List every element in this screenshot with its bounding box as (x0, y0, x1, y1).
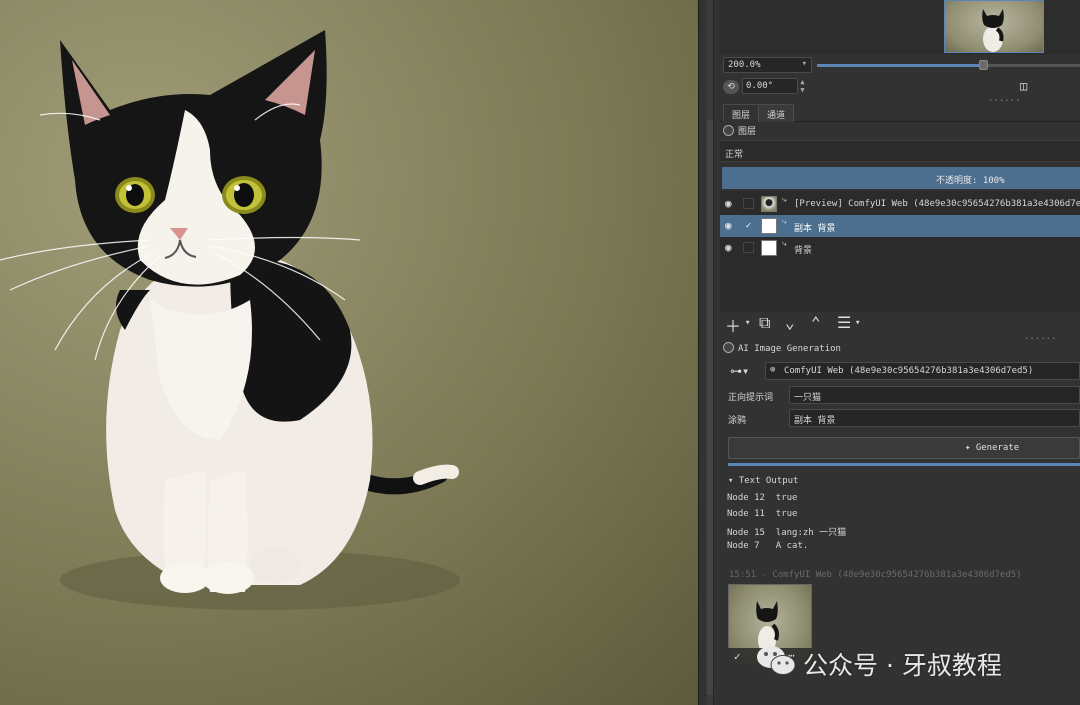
generate-label: Generate (975, 443, 1020, 453)
layer-properties-icon[interactable]: ☰ (837, 313, 851, 332)
layers-header: 图层 (723, 124, 756, 137)
lock-icon[interactable] (723, 125, 734, 136)
opacity-label: 不透明度: 100% (936, 176, 1005, 186)
generate-label-wrap: ✦ Generate (965, 443, 1019, 453)
move-up-icon[interactable]: ⌃ (811, 313, 821, 332)
zoom-value: 200.0% (728, 60, 761, 70)
move-down-icon[interactable]: ⌄ (785, 313, 795, 332)
opacity-slider[interactable]: 不透明度: 100% (722, 167, 1080, 189)
ai-generation-title: AI Image Generation (738, 344, 841, 354)
layer-name: [Preview] ComfyUI Web (48e9e30c95654276b… (794, 199, 1080, 209)
node-id: Node 12 (727, 493, 765, 503)
blend-mode-select[interactable]: 正常 (720, 140, 1080, 162)
tab-layers[interactable]: 图层 (723, 104, 760, 122)
chevron-down-icon: ▾ (801, 59, 807, 69)
node-value: A cat. (775, 541, 809, 551)
server-select[interactable]: ⊚ ComfyUI Web (48e9e30c95654276b381a3e43… (765, 362, 1080, 380)
rotation-stepper[interactable]: ▲ ▼ (798, 78, 807, 94)
prompt-input[interactable]: 一只猫 (789, 386, 1080, 404)
eye-icon[interactable]: ◉ (725, 220, 737, 232)
layer-thumbnail (761, 240, 777, 256)
rotation-input[interactable]: 0.00° (742, 78, 798, 94)
blend-mode-value: 正常 (725, 150, 744, 160)
canvas-panel-splitter[interactable] (698, 0, 720, 705)
prompt-label: 正向提示词 (728, 393, 774, 403)
overview-cat-image (982, 9, 1004, 52)
link-icon: ⤷ (782, 195, 787, 204)
drag-handle-icon[interactable]: ...... (988, 94, 1021, 104)
zoom-slider-fill (817, 64, 984, 67)
chevron-down-icon[interactable]: ▾ (745, 318, 750, 328)
lock-icon[interactable] (723, 342, 734, 353)
node-value: true (775, 493, 798, 503)
image-canvas[interactable] (0, 0, 698, 705)
magic-wand-icon: ✦ (965, 443, 976, 453)
chevron-down-icon: ▾ (728, 476, 739, 486)
apply-check-icon[interactable]: ✓ (734, 650, 741, 663)
text-output-line: Node 15 lang:zh 一只猫 (727, 525, 846, 538)
docker-panel: 200.0% ▾ ⟲ 0.00° ▲ ▼ ◫ ...... 图层 通道 图层 正常… (720, 0, 1080, 705)
rotation-value: 0.00° (746, 81, 774, 91)
layer-thumbnail (761, 196, 777, 212)
cat-image (0, 30, 460, 610)
mirror-icon[interactable]: ◫ (1020, 79, 1027, 93)
workflow-icon[interactable]: ⊶▾ (730, 364, 749, 378)
server-value: ComfyUI Web (48e9e30c95654276b381a3e4306… (784, 366, 1034, 376)
text-output-line: Node 7 A cat. (727, 541, 808, 551)
node-id: Node 11 (727, 509, 765, 519)
eye-icon[interactable]: ◉ (725, 242, 737, 254)
tab-layers-label: 图层 (732, 111, 751, 121)
watermark-text: 公众号 · 牙叔教程 (803, 651, 1002, 680)
layer-list: ◉ ⤷ [Preview] ComfyUI Web (48e9e30c95654… (720, 191, 1080, 312)
text-output-toggle[interactable]: ▾ Text Output (728, 476, 798, 486)
add-layer-icon[interactable]: ＋ (725, 313, 741, 337)
text-output-line: Node 11 true (727, 509, 797, 519)
inpaint-value: 副本 背景 (794, 416, 836, 426)
generation-progress-bar (728, 463, 1080, 466)
server-icon: ⊚ (770, 365, 776, 375)
eye-icon[interactable]: ◉ (725, 198, 737, 210)
text-output-line: Node 12 true (727, 493, 797, 503)
layer-row[interactable]: ◉ ⤷ [Preview] ComfyUI Web (48e9e30c95654… (720, 193, 1080, 215)
tab-channels[interactable]: 通道 (758, 104, 795, 122)
layer-row-selected[interactable]: ◉ ✓ ⤷ 副本 背景 (720, 215, 1080, 237)
history-title: 15:51 - ComfyUI Web (48e9e30c95654276b38… (729, 570, 1022, 580)
overview-thumbnail[interactable] (944, 0, 1044, 53)
chevron-down-icon[interactable]: ▾ (855, 318, 860, 328)
link-icon: ⤷ (782, 239, 787, 248)
scrollbar-handle[interactable] (707, 120, 713, 695)
zoom-select[interactable]: 200.0% ▾ (723, 57, 812, 73)
layer-row[interactable]: ◉ ⤷ 背景 (720, 237, 1080, 259)
drag-handle-icon[interactable]: ...... (1024, 332, 1057, 342)
link-icon: ⤷ (782, 217, 787, 226)
wechat-icon (757, 646, 796, 675)
node-value: true (775, 509, 798, 519)
ai-generation-header: AI Image Generation (723, 342, 841, 354)
layer-checkbox[interactable] (743, 198, 754, 209)
node-id: Node 7 (727, 541, 760, 551)
inpaint-layer-select[interactable]: 副本 背景 (789, 409, 1080, 427)
zoom-slider-handle[interactable] (979, 60, 988, 70)
layer-checkbox[interactable]: ✓ (743, 220, 754, 231)
layer-name: 背景 (794, 246, 813, 256)
layers-header-label: 图层 (738, 127, 757, 137)
text-output-title: Text Output (738, 476, 799, 486)
layer-name: 副本 背景 (794, 224, 836, 234)
node-value: lang:zh 一只猫 (775, 528, 847, 538)
rotate-icon[interactable]: ⟲ (723, 80, 739, 94)
inpaint-label: 涂鸦 (728, 416, 747, 426)
layer-thumbnail (761, 218, 777, 234)
generate-button[interactable]: ✦ Generate (728, 437, 1080, 459)
tab-channels-label: 通道 (767, 111, 786, 121)
layer-checkbox[interactable] (743, 242, 754, 253)
node-id: Node 15 (727, 528, 765, 538)
duplicate-layer-icon[interactable]: ⧉ (759, 313, 770, 333)
prompt-value: 一只猫 (794, 393, 822, 403)
